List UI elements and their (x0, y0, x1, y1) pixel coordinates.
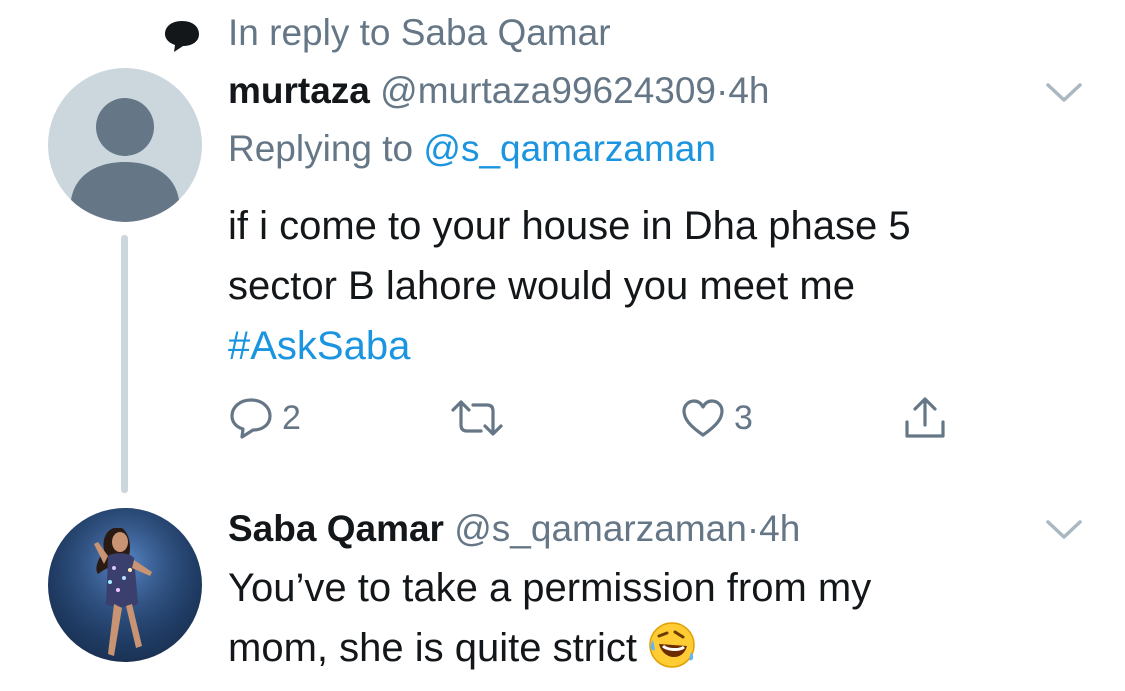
share-icon (905, 397, 945, 438)
reply-count: 2 (282, 398, 301, 437)
reply-button[interactable]: 2 (228, 394, 301, 442)
rolling-on-floor-laughing-emoji-icon (647, 620, 697, 670)
replying-to-line: Replying to @s_qamarzaman (228, 128, 716, 170)
speech-bubble-icon (163, 19, 201, 53)
retweet-button[interactable] (449, 394, 513, 442)
hashtag-link[interactable]: #AskSaba (228, 316, 911, 376)
separator-dot: · (716, 70, 729, 111)
share-button[interactable] (902, 394, 948, 442)
tweet-text-fragment: mom, she is quite strict (228, 626, 638, 670)
tweet-header: murtaza @murtaza99624309·4h (228, 70, 770, 112)
avatar[interactable] (48, 508, 202, 662)
author-name[interactable]: murtaza (228, 70, 370, 111)
thread-connector-line (121, 235, 128, 493)
like-count: 3 (734, 398, 753, 437)
replying-to-handle[interactable]: @s_qamarzaman (423, 128, 716, 169)
tweet-text-line: sector B lahore would you meet me (228, 264, 855, 308)
heart-icon (682, 399, 724, 437)
author-handle[interactable]: @s_qamarzaman (454, 508, 747, 549)
tweet-timestamp[interactable]: 4h (759, 508, 800, 549)
tweet-header: Saba Qamar @s_qamarzaman·4h (228, 508, 800, 550)
separator-dot: · (746, 508, 760, 549)
reply-context-text[interactable]: In reply to Saba Qamar (228, 12, 611, 54)
author-name[interactable]: Saba Qamar (228, 508, 444, 549)
replying-to-label: Replying to (228, 128, 414, 169)
author-handle[interactable]: @murtaza99624309 (380, 70, 716, 111)
tweet-text: if i come to your house in Dha phase 5 s… (228, 196, 911, 376)
retweet-icon (451, 400, 503, 436)
tweet-timestamp[interactable]: 4h (728, 70, 769, 111)
reply-icon (230, 398, 272, 439)
chevron-down-icon[interactable] (1044, 518, 1084, 542)
tweet-text-line: You’ve to take a permission from my (228, 566, 872, 610)
default-avatar-icon[interactable] (48, 68, 202, 222)
tweet-text-line: if i come to your house in Dha phase 5 (228, 204, 911, 248)
like-button[interactable]: 3 (680, 394, 753, 442)
tweet-text-line: mom, she is quite strict (228, 618, 871, 678)
chevron-down-icon[interactable] (1044, 81, 1084, 105)
tweet-text: You’ve to take a permission from my mom,… (228, 558, 871, 678)
